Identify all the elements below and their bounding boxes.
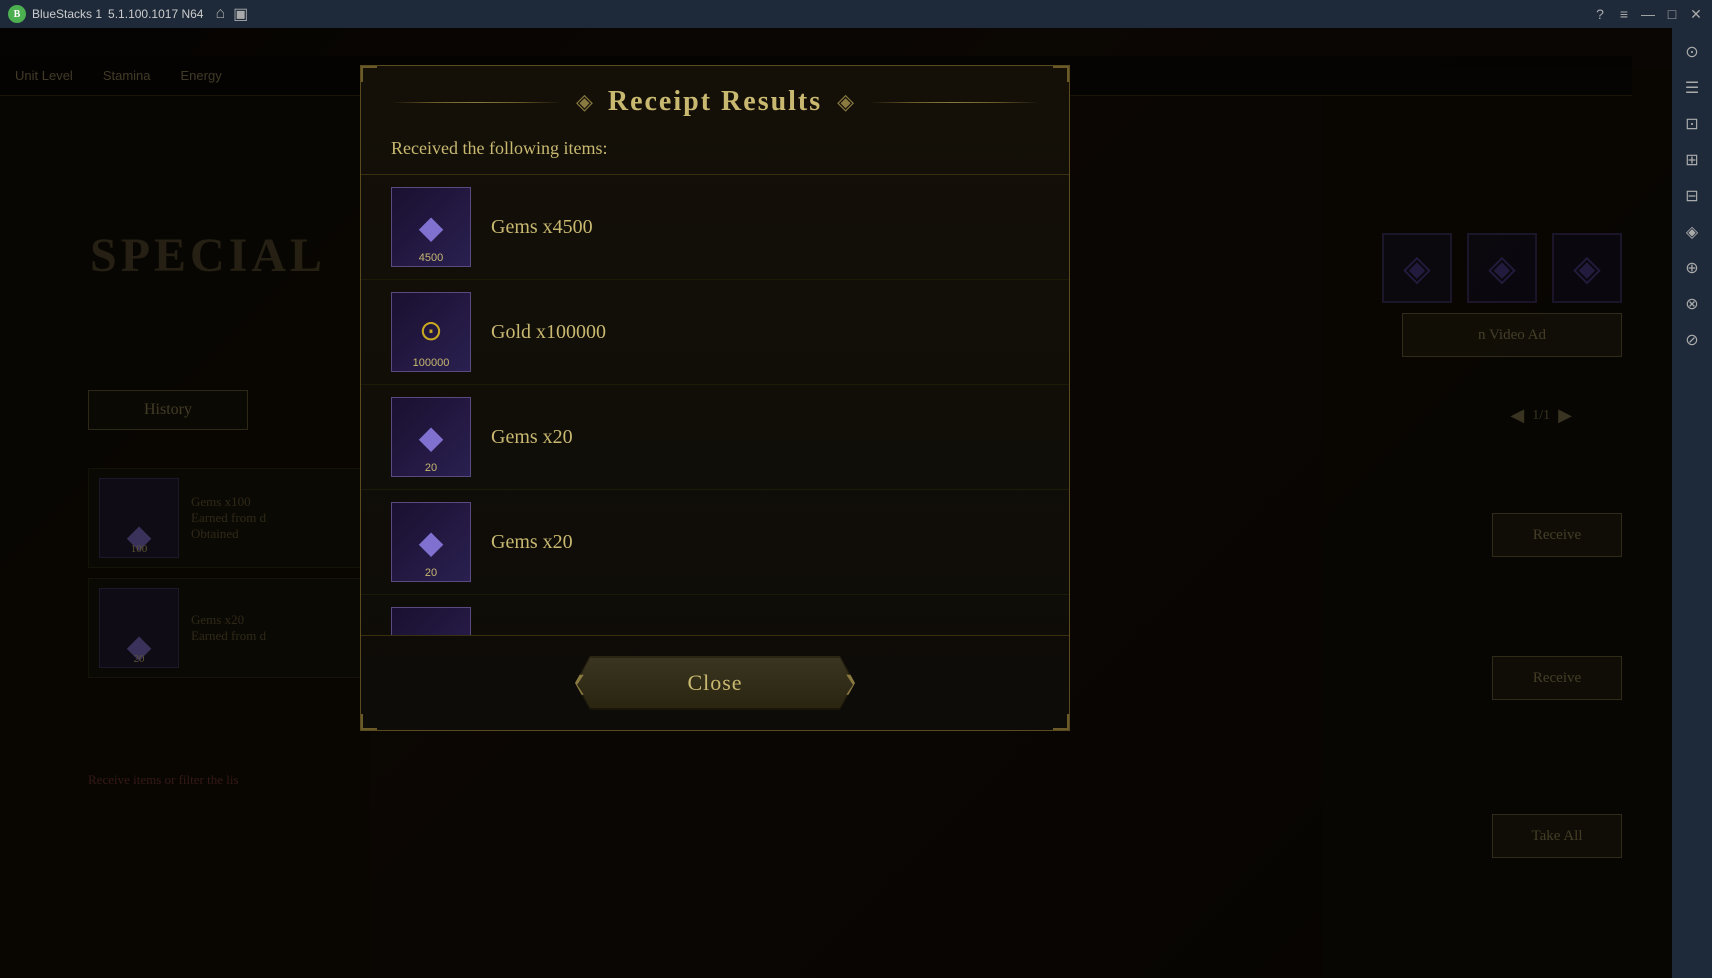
item-count-1: 4500 [419,252,443,264]
maximize-button[interactable]: □ [1664,6,1680,22]
item-icon-gems-20a: ◆ 20 [391,397,471,477]
close-window-button[interactable]: ✕ [1688,6,1704,22]
item-row-gems-20a: ◆ 20 Gems x20 [361,385,1069,490]
question-button[interactable]: ? [1592,6,1608,22]
close-button[interactable]: ❮ Close ❯ [575,656,855,710]
app-title: BlueStacks 1 [32,7,102,21]
close-button-label: Close [687,670,742,696]
item-count-2: 100000 [413,357,450,369]
titlebar: B BlueStacks 1 5.1.100.1017 N64 ⌂ ▣ ? ≡ … [0,0,1712,28]
modal-subtitle: Received the following items: [361,128,1069,175]
sidebar-icon-2[interactable]: ☰ [1678,74,1706,102]
item-label-gems-20b: Gems x20 [491,531,573,554]
corner-br [1053,714,1069,730]
item-count-4: 20 [425,567,437,579]
sidebar-icon-7[interactable]: ⊕ [1678,254,1706,282]
items-list: ◆ 4500 Gems x4500 ⊙ 100000 Gold x100000 … [361,175,1069,635]
corner-bl [361,714,377,730]
gem-icon-4: ◆ [419,526,444,558]
modal-header: ◈ Receipt Results ◈ [361,66,1069,128]
gem-icon-5: ◆ [419,631,444,635]
item-row-gems-20b: ◆ 20 Gems x20 [361,490,1069,595]
window-controls: ? ≡ — □ ✕ [1592,6,1704,22]
header-line-left [391,102,561,103]
app-version: 5.1.100.1017 N64 [108,7,203,21]
gold-icon: ⊙ [419,318,442,346]
item-icon-gems-4500: ◆ 4500 [391,187,471,267]
modal-footer: ❮ Close ❯ [361,635,1069,730]
close-arrow-left: ❮ [570,671,587,696]
header-line-right [869,102,1039,103]
bluestacks-logo: B [8,5,26,23]
item-row-gems-4500: ◆ 4500 Gems x4500 [361,175,1069,280]
sidebar-icon-1[interactable]: ⊙ [1678,38,1706,66]
item-row-gold-100000: ⊙ 100000 Gold x100000 [361,280,1069,385]
item-label-gems-4500: Gems x4500 [491,216,593,239]
sidebar-icon-6[interactable]: ◈ [1678,218,1706,246]
item-count-3: 20 [425,462,437,474]
item-label-gold-100000: Gold x100000 [491,321,606,344]
sidebar-icon-5[interactable]: ⊟ [1678,182,1706,210]
sidebar-icon-8[interactable]: ⊗ [1678,290,1706,318]
item-icon-gold-100000: ⊙ 100000 [391,292,471,372]
gem-icon-1: ◆ [419,211,444,243]
modal-title: Receipt Results [608,86,822,118]
close-arrow-right: ❯ [843,671,860,696]
sidebar-icon-3[interactable]: ⊡ [1678,110,1706,138]
screenshot-icon[interactable]: ▣ [233,4,248,24]
menu-button[interactable]: ≡ [1616,6,1632,22]
sidebar-icon-9[interactable]: ⊘ [1678,326,1706,354]
receipt-modal: ◈ Receipt Results ◈ Received the followi… [360,65,1070,731]
home-icon[interactable]: ⌂ [215,5,225,23]
item-icon-gems-20b: ◆ 20 [391,502,471,582]
item-icon-gems-20c: ◆ 20 [391,607,471,635]
item-row-gems-20c: ◆ 20 Gems x20 [361,595,1069,635]
header-ornament-left: ◈ [576,89,593,115]
gem-icon-3: ◆ [419,421,444,453]
minimize-button[interactable]: — [1640,6,1656,22]
sidebar-icon-4[interactable]: ⊞ [1678,146,1706,174]
bluestacks-sidebar: ⊙ ☰ ⊡ ⊞ ⊟ ◈ ⊕ ⊗ ⊘ [1672,28,1712,978]
item-label-gems-20a: Gems x20 [491,426,573,449]
header-ornament-right: ◈ [837,89,854,115]
